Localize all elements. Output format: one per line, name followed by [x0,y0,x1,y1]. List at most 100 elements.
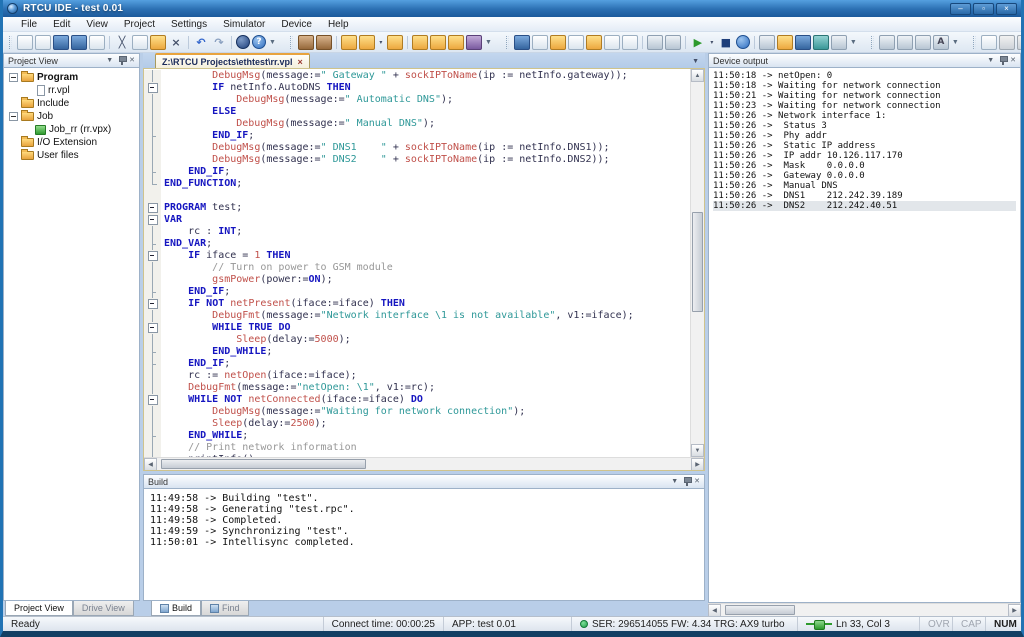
toolbar-overflow-icon[interactable]: ▼ [850,39,857,46]
open-file-icon[interactable] [35,35,51,50]
toolbar-drag-handle[interactable] [871,36,874,49]
editor-horizontal-scrollbar[interactable]: ◀ ▶ [144,457,704,470]
save-all-icon[interactable] [71,35,87,50]
fold-gutter[interactable] [144,430,161,442]
tree-expander-icon[interactable] [9,73,18,82]
toolbar-drag-handle[interactable] [506,36,509,49]
fold-gutter[interactable] [144,394,161,406]
editor-tab[interactable]: Z:\RTCU Projects\ethtest\rr.vpl × [155,53,310,68]
scroll-up-icon[interactable]: ▲ [691,69,704,82]
title-bar[interactable]: RTCU IDE - test 0.01 –▫× [3,0,1021,17]
tab-list-dropdown-icon[interactable]: ▼ [692,58,699,65]
build-all-icon[interactable] [316,35,332,50]
message-icon[interactable] [622,35,638,50]
open-project-icon[interactable] [359,35,375,50]
tree-item-user-files[interactable]: User files [6,149,137,162]
tab-find[interactable]: Find [201,601,249,616]
fold-gutter[interactable] [144,226,161,238]
menu-simulator[interactable]: Simulator [215,19,273,30]
project-files-icon[interactable] [412,35,428,50]
run-icon[interactable]: ▶ [690,35,706,50]
fold-gutter[interactable] [144,358,161,370]
device-output-log[interactable]: 11:50:18 -> netOpen: 011:50:18 -> Waitin… [708,67,1021,603]
copy-icon[interactable] [132,35,148,50]
new-project-icon[interactable] [341,35,357,50]
clock-icon[interactable] [759,35,775,50]
fold-gutter[interactable] [144,118,161,130]
panel-close-icon[interactable]: ✕ [694,478,700,486]
fold-gutter[interactable] [144,154,161,166]
menu-file[interactable]: File [13,19,45,30]
tree-item-include[interactable]: Include [6,97,137,110]
tree-item-program[interactable]: Program [6,71,137,84]
scroll-right-icon[interactable]: ▶ [691,458,704,471]
fold-gutter[interactable] [144,334,161,346]
fold-gutter[interactable] [144,298,161,310]
fold-gutter[interactable] [144,454,161,457]
flash-icon[interactable] [813,35,829,50]
registry-icon[interactable] [550,35,566,50]
fold-gutter[interactable] [144,238,161,250]
delete-icon[interactable]: × [168,35,184,50]
panel-menu-icon[interactable]: ▼ [987,57,994,65]
lock-icon[interactable] [777,35,793,50]
fold-gutter[interactable] [144,286,161,298]
profiler-icon[interactable] [665,35,681,50]
menu-help[interactable]: Help [320,19,357,30]
close-button[interactable]: × [996,3,1017,15]
paste-icon[interactable] [150,35,166,50]
tab-drive-view[interactable]: Drive View [73,601,134,616]
tile-windows-icon[interactable] [1017,35,1024,50]
fold-gutter[interactable] [144,202,161,214]
fold-gutter[interactable] [144,250,161,262]
open-project-dropdown-icon[interactable]: ▾ [377,35,385,50]
tab-project-view[interactable]: Project View [5,601,73,616]
fold-gutter[interactable] [144,214,161,226]
fold-gutter[interactable] [144,382,161,394]
fold-gutter[interactable] [144,310,161,322]
tree-item-job[interactable]: Job [6,110,137,123]
variables-icon[interactable] [604,35,620,50]
fold-gutter[interactable] [144,322,161,334]
toolbar-overflow-icon[interactable]: ▼ [269,39,276,46]
chart-icon[interactable] [647,35,663,50]
save-icon[interactable] [53,35,69,50]
run-dropdown-icon[interactable]: ▾ [708,35,716,50]
project-tree[interactable]: Programrr.vplIncludeJobJob_rr (rr.vpx)I/… [3,67,140,601]
pin-icon[interactable] [683,477,690,486]
cascade-windows-icon[interactable] [999,35,1015,50]
tab-close-icon[interactable]: × [298,57,303,67]
fold-gutter[interactable] [144,418,161,430]
document-icon[interactable] [568,35,584,50]
menu-device[interactable]: Device [273,19,320,30]
fold-gutter[interactable] [144,166,161,178]
scroll-right-icon[interactable]: ▶ [1008,604,1021,616]
find-next-icon[interactable] [915,35,931,50]
editor-vertical-scrollbar[interactable]: ▲ ▼ [690,69,704,457]
communication-icon[interactable] [236,35,250,49]
reset-icon[interactable] [736,35,750,49]
tree-item-i-o-extension[interactable]: I/O Extension [6,136,137,149]
new-window-icon[interactable] [981,35,997,50]
pin-icon[interactable] [118,56,125,65]
fold-gutter[interactable] [144,106,161,118]
fold-gutter[interactable] [144,94,161,106]
toolbar-drag-handle[interactable] [290,36,293,49]
tree-expander-icon[interactable] [9,112,18,121]
scrollbar-thumb[interactable] [692,212,703,312]
scrollbar-thumb[interactable] [161,459,366,469]
close-project-icon[interactable] [387,35,403,50]
panel-close-icon[interactable]: ✕ [129,57,135,65]
scroll-left-icon[interactable]: ◀ [144,458,157,471]
new-file-icon[interactable] [17,35,33,50]
minimize-button[interactable]: – [950,3,971,15]
fold-gutter[interactable] [144,82,161,94]
project-sync-icon[interactable] [430,35,446,50]
maximize-button[interactable]: ▫ [973,3,994,15]
fold-gutter[interactable] [144,274,161,286]
firmware-icon[interactable] [795,35,811,50]
cut-icon[interactable]: ╳ [114,35,130,50]
fold-gutter[interactable] [144,406,161,418]
mail-icon[interactable] [448,35,464,50]
fold-gutter[interactable] [144,190,161,202]
